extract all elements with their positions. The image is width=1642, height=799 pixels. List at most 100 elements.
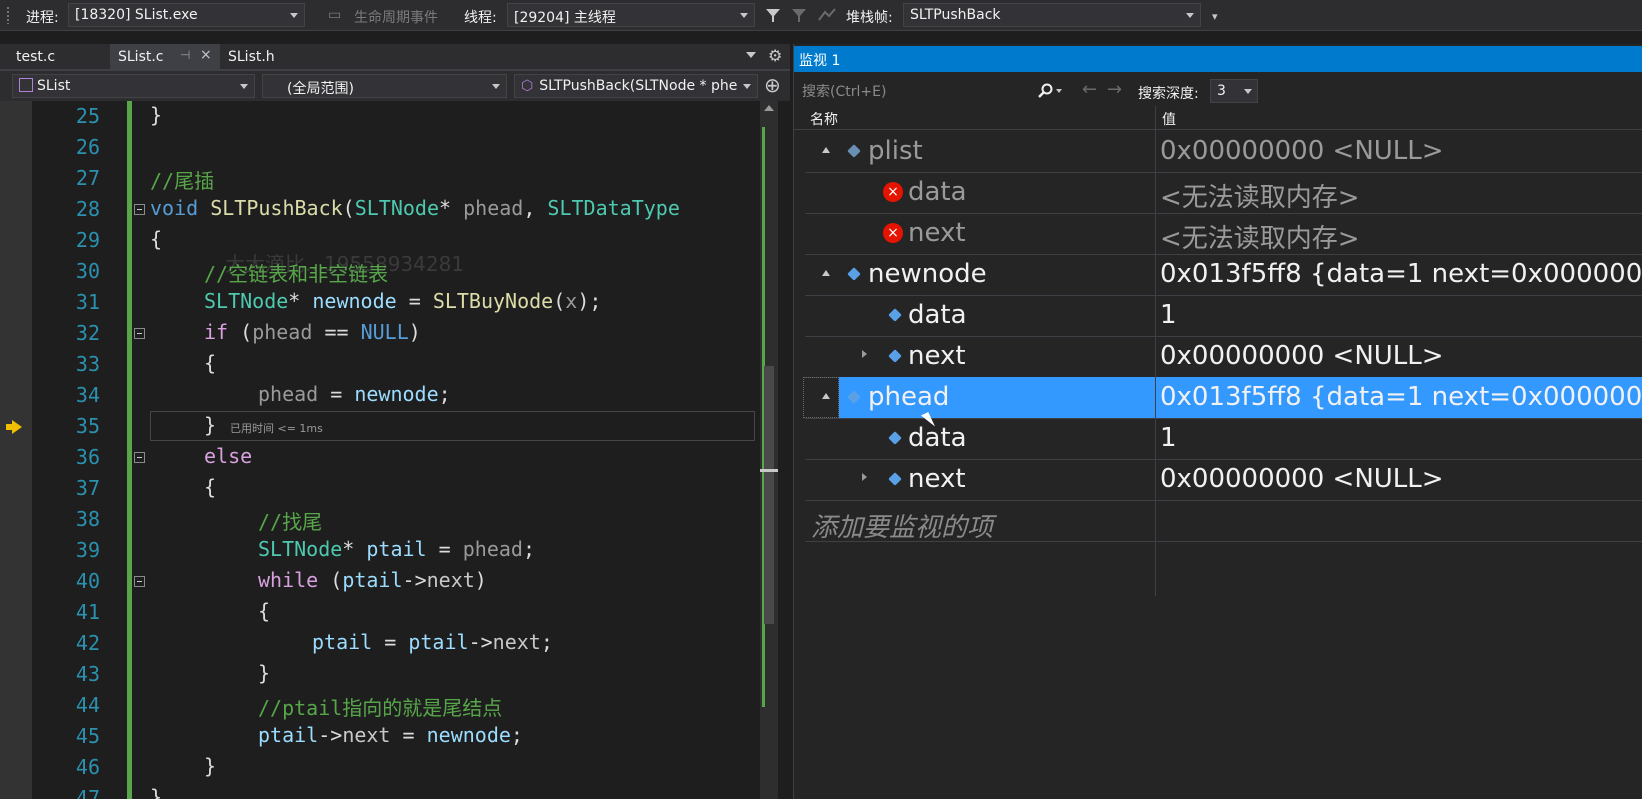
watch-name-cell: next <box>839 213 1155 254</box>
forward-arrow-icon[interactable]: → <box>1107 79 1122 100</box>
method-icon: ⬡ <box>521 78 534 94</box>
watch-value: 0x013f5ff8 {data=1 next=0x00000000 <NULL… <box>1160 259 1642 289</box>
code-text: } <box>204 754 217 778</box>
watch-search-bar: 搜索(Ctrl+E) ← → 搜索深度: 3 <box>794 76 1642 106</box>
watch-name-cell: data <box>839 295 1155 336</box>
collapse-icon[interactable] <box>822 393 830 399</box>
watch-value-cell[interactable]: <无法读取内存> <box>1156 172 1642 213</box>
watch-name-cell: plist <box>839 131 1155 172</box>
watch-name-cell: newnode <box>839 254 1155 295</box>
watch-row-phead[interactable]: phead 0x013f5ff8 {data=1 next=0x00000000… <box>803 377 1642 419</box>
filter-icon[interactable] <box>764 6 782 24</box>
project-value: SList <box>37 78 71 94</box>
watch-search-input[interactable]: 搜索(Ctrl+E) <box>798 78 1058 102</box>
pin-icon[interactable]: ⊣ <box>180 48 190 62</box>
code-text: SLTNode* newnode = SLTBuyNode(x); <box>204 289 602 313</box>
code-line: 32 if (phead == NULL) <box>0 318 760 349</box>
watch-value-cell[interactable]: 0x013f5ff8 {data=1 next=0x00000000 <NULL… <box>1156 377 1642 418</box>
tab-slist-h[interactable]: SList.h <box>220 44 320 70</box>
thread-dropdown[interactable]: [29204] 主线程 <box>507 3 755 27</box>
watch-value-cell[interactable]: 0x00000000 <NULL> <box>1156 336 1642 377</box>
watch-value-cell[interactable]: 0x00000000 <NULL> <box>1156 131 1642 172</box>
code-line: 39 SLTNode* ptail = phead; <box>0 535 760 566</box>
search-depth-label: 搜索深度: <box>1138 86 1199 102</box>
column-name[interactable]: 名称 <box>810 109 838 129</box>
watch-value-cell[interactable]: <无法读取内存> <box>1156 213 1642 254</box>
toolbar-grip[interactable] <box>6 6 10 24</box>
code-text: } <box>204 413 217 437</box>
line-number: 32 <box>75 321 100 345</box>
fold-toggle[interactable] <box>134 452 145 463</box>
watch-row-newnode[interactable]: newnode 0x013f5ff8 {data=1 next=0x000000… <box>805 254 1642 296</box>
scrollbar-caret-marker <box>760 469 778 472</box>
member-value: SLTPushBack(SLTNode * phe <box>539 78 738 94</box>
lifecycle-events-dropdown[interactable]: 生命周期事件 <box>354 7 438 27</box>
code-line: 33 { <box>0 349 760 380</box>
filter-off-icon[interactable] <box>790 6 808 24</box>
scope-dropdown[interactable]: (全局范围) <box>262 74 507 98</box>
line-number: 45 <box>75 724 100 748</box>
project-dropdown[interactable]: SList <box>12 74 255 98</box>
line-number: 39 <box>75 538 100 562</box>
chevron-down-icon <box>743 84 751 89</box>
scrollbar-thumb[interactable] <box>764 366 774 624</box>
watch-row-plist-data[interactable]: × data <无法读取内存> <box>805 172 1642 214</box>
process-dropdown[interactable]: [18320] SList.exe <box>68 3 305 27</box>
watch-name: next <box>908 341 966 371</box>
code-text: ptail->next = newnode; <box>258 723 523 747</box>
split-icon[interactable]: ⊕ <box>764 73 781 97</box>
process-label: 进程: <box>26 10 59 26</box>
toolbar-overflow-icon[interactable]: ▾ <box>1212 10 1218 23</box>
code-text: } <box>150 785 163 799</box>
code-line: 41 { <box>0 597 760 628</box>
tab-list-dropdown-icon[interactable] <box>746 52 756 58</box>
member-dropdown[interactable]: ⬡ SLTPushBack(SLTNode * phe <box>514 74 758 98</box>
fold-toggle[interactable] <box>134 204 145 215</box>
tab-test-c[interactable]: test.c <box>0 44 110 70</box>
code-line: 34 phead = newnode; <box>0 380 760 411</box>
search-options-icon[interactable] <box>1056 89 1062 93</box>
column-value[interactable]: 值 <box>1162 109 1176 129</box>
code-text: else <box>204 444 253 468</box>
add-watch-item-text[interactable]: 添加要监视的项 <box>811 507 993 544</box>
close-icon[interactable]: × <box>200 47 212 63</box>
collapse-icon[interactable] <box>822 147 830 153</box>
watch-row-plist[interactable]: plist 0x00000000 <NULL> <box>805 131 1642 173</box>
code-line: 27 //尾插 <box>0 163 760 194</box>
line-number: 33 <box>75 352 100 376</box>
watch-value-cell[interactable]: 1 <box>1156 295 1642 336</box>
back-arrow-icon[interactable]: ← <box>1082 79 1097 100</box>
watch-value-cell[interactable]: 1 <box>1156 418 1642 459</box>
code-line: 26 <box>0 132 760 163</box>
watch-row-newnode-data[interactable]: data 1 <box>805 295 1642 337</box>
scroll-up-icon[interactable] <box>764 105 774 111</box>
search-icon[interactable] <box>1037 83 1053 99</box>
line-number: 34 <box>75 383 100 407</box>
thread-flag-icon[interactable] <box>817 6 837 24</box>
search-depth-dropdown[interactable]: 3 <box>1210 79 1258 103</box>
chevron-down-icon <box>740 13 748 18</box>
watch-name-cell: phead <box>839 377 1155 418</box>
tab-slist-c[interactable]: SList.c ⊣ × <box>110 44 220 70</box>
watch-value-cell[interactable]: 0x00000000 <NULL> <box>1156 459 1642 500</box>
fold-toggle[interactable] <box>134 328 145 339</box>
lifecycle-events-icon[interactable]: ▭ <box>328 7 341 23</box>
search-depth-value: 3 <box>1217 83 1226 99</box>
watch-row-phead-next[interactable]: next 0x00000000 <NULL> <box>805 459 1642 501</box>
settings-icon[interactable]: ⚙ <box>768 46 782 65</box>
watch-value-cell[interactable]: 0x013f5ff8 {data=1 next=0x00000000 <NULL… <box>1156 254 1642 295</box>
line-number: 47 <box>75 786 100 799</box>
code-editor[interactable]: 大大滴比...19558934281 25 } 26 27 //尾插 28 vo… <box>0 101 760 799</box>
code-line: 36 else <box>0 442 760 473</box>
add-watch-item-row[interactable]: 添加要监视的项 <box>805 500 1642 544</box>
watch-title[interactable]: 监视 1 <box>794 46 1642 72</box>
stackframe-dropdown[interactable]: SLTPushBack <box>903 3 1201 27</box>
tab-label: SList.c <box>118 49 164 65</box>
editor-vertical-scrollbar[interactable] <box>760 101 778 799</box>
line-number: 43 <box>75 662 100 686</box>
code-text: { <box>150 227 163 251</box>
collapse-icon[interactable] <box>822 270 830 276</box>
watch-row-newnode-next[interactable]: next 0x00000000 <NULL> <box>805 336 1642 378</box>
fold-toggle[interactable] <box>134 576 145 587</box>
watch-row-plist-next[interactable]: × next <无法读取内存> <box>805 213 1642 255</box>
